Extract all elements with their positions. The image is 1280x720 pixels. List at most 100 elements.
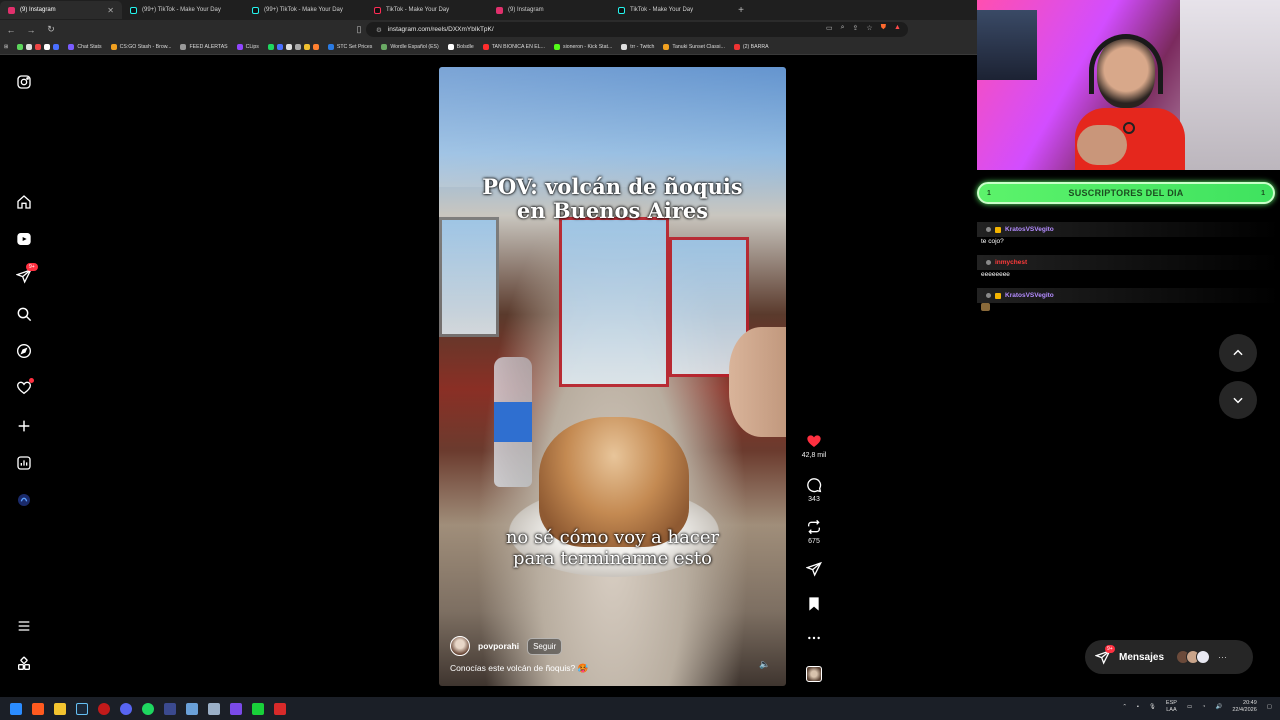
bookmark-barra[interactable]: (2) BARRA xyxy=(733,43,769,50)
app-taskbar-icon[interactable] xyxy=(186,702,198,715)
clock[interactable]: 20:49 22/4/2026 xyxy=(1232,700,1256,714)
tab-tiktok-1[interactable]: (99+) TikTok - Make Your Day xyxy=(122,1,244,19)
bookmark-tanuki[interactable]: Tanuki Sunset Classi... xyxy=(663,43,725,50)
brave-taskbar-icon[interactable] xyxy=(32,702,44,715)
close-tab-icon[interactable]: ✕ xyxy=(107,6,114,15)
reel-description[interactable]: Conocías este volcán de ñoquis? 🥵 xyxy=(450,663,588,674)
instagram-logo-icon[interactable] xyxy=(14,72,34,92)
site-info-icon[interactable]: ⚙ xyxy=(376,26,382,34)
tiktok-favicon-icon xyxy=(374,6,381,14)
app-taskbar-icon[interactable] xyxy=(274,702,286,715)
network-icon[interactable]: ▭ xyxy=(1187,704,1192,710)
volume-icon[interactable]: 🔊 xyxy=(1215,704,1222,710)
toolbar-extension-icons: ▭ ⌕ ⇪ ☆ ⛊ ▲ xyxy=(826,24,901,32)
bookmark-kick-stats[interactable]: sioneron - Kick Stat... xyxy=(553,43,612,50)
chat-username: KratosVSVegito xyxy=(1005,226,1054,233)
webcam-streamer xyxy=(1067,30,1187,170)
bookmark-twitch[interactable]: trr - Twitch xyxy=(621,43,654,50)
bookmark-icons-group[interactable] xyxy=(267,43,319,50)
mute-icon[interactable]: 🔈 xyxy=(759,659,770,670)
notifications-icon[interactable]: ▢ xyxy=(1267,704,1272,710)
previous-reel-button[interactable] xyxy=(1219,334,1257,372)
app-taskbar-icon[interactable] xyxy=(252,702,264,715)
next-reel-button[interactable] xyxy=(1219,381,1257,419)
discord-icon[interactable] xyxy=(120,702,132,715)
reels-icon[interactable] xyxy=(14,229,34,249)
bookmark-icon-set[interactable] xyxy=(17,43,60,50)
direct-messages-icon[interactable]: 9+ xyxy=(14,263,38,286)
bookmark-bolsdle[interactable]: Bolsdle xyxy=(447,43,474,50)
spotify-icon[interactable] xyxy=(142,702,154,715)
chat-user-row: KratosVSVegito xyxy=(977,288,1280,303)
steam-icon[interactable] xyxy=(76,702,88,715)
file-explorer-icon[interactable] xyxy=(54,702,66,715)
tab-instagram-2[interactable]: (9) Instagram xyxy=(488,1,610,19)
tab-instagram-active[interactable]: (9) Instagram ✕ xyxy=(0,1,122,19)
also-from-meta-icon[interactable] xyxy=(14,654,34,674)
bookmark-csgo-stash[interactable]: CS:GO Stash - Brow... xyxy=(110,43,171,50)
bookmark-feed-alertas[interactable]: FEED ALERTAS xyxy=(180,43,228,50)
tab-tiktok-3[interactable]: TikTok - Make Your Day xyxy=(366,1,488,19)
browser-toolbar: ← → ↻ ▯ ⚙ instagram.com/reels/DXXmYbIkTp… xyxy=(0,20,977,39)
start-windows-icon[interactable] xyxy=(10,702,22,715)
comment-icon[interactable] xyxy=(806,477,822,493)
apps-icon[interactable]: ⊞ xyxy=(4,44,8,50)
search-icon[interactable] xyxy=(14,304,34,324)
tab-tiktok-4[interactable]: TikTok - Make Your Day xyxy=(610,1,732,19)
more-menu-icon[interactable] xyxy=(14,616,34,636)
lang-top: ESP xyxy=(1165,700,1177,706)
tray-chevron-icon[interactable]: ⌃ xyxy=(1122,704,1127,710)
back-icon[interactable]: ← xyxy=(6,25,16,35)
tab-tiktok-2[interactable]: (99+) TikTok - Make Your Day xyxy=(244,1,366,19)
app-taskbar-icon[interactable] xyxy=(230,702,242,715)
tray-mic-icon[interactable]: 🎙 xyxy=(1149,704,1156,710)
bookmark-clips[interactable]: CLips xyxy=(236,43,259,50)
bookmark-page-icon[interactable]: ▯ xyxy=(354,24,364,35)
language-indicator[interactable]: ESP LAA xyxy=(1166,700,1177,714)
cast-icon[interactable]: ▭ xyxy=(826,24,833,32)
webcam-monitor xyxy=(977,10,1037,80)
tray-app-icon[interactable]: ▪ xyxy=(1137,704,1139,710)
bookmark-chat-stats[interactable]: Chat Stats xyxy=(68,43,102,50)
share-action xyxy=(800,561,828,577)
bookmark-label: (2) BARRA xyxy=(742,43,769,50)
obs-icon[interactable] xyxy=(98,702,110,715)
wifi-icon[interactable]: ◔ xyxy=(1202,704,1205,710)
brave-rewards-icon[interactable]: ▲ xyxy=(894,24,901,32)
follow-button[interactable]: Seguir xyxy=(527,637,563,655)
like-heart-icon[interactable] xyxy=(806,433,822,449)
share-send-icon[interactable] xyxy=(806,561,822,577)
new-tab-button[interactable]: + xyxy=(732,5,750,16)
reel-video[interactable]: POV: volcán de ñoquis en Buenos Aires no… xyxy=(439,67,786,686)
bookmark-stc-set-prices[interactable]: STC Set Prices xyxy=(327,43,372,50)
notifications-heart-icon[interactable] xyxy=(14,378,34,398)
instagram-favicon-icon xyxy=(496,6,503,14)
dashboard-icon[interactable] xyxy=(14,453,34,473)
app-taskbar-icon[interactable] xyxy=(208,702,220,715)
explore-icon[interactable] xyxy=(14,341,34,361)
bookmark-label: TAN BIONICA EN EL... xyxy=(491,43,545,50)
reload-icon[interactable]: ↻ xyxy=(46,24,56,35)
repost-icon[interactable] xyxy=(806,519,822,535)
create-plus-icon[interactable] xyxy=(14,416,34,436)
bookmarks-bar: ⊞ Chat Stats CS:GO Stash - Brow... FEED … xyxy=(0,39,977,55)
share-icon[interactable]: ⇪ xyxy=(853,24,859,32)
brave-shield-icon[interactable]: ⛊ xyxy=(881,24,886,32)
author-username[interactable]: povporahi xyxy=(478,641,519,651)
chat-user-row: KratosVSVegito xyxy=(977,222,1280,237)
author-avatar[interactable] xyxy=(450,636,470,656)
bookmark-tan-bionica[interactable]: TAN BIONICA EN EL... xyxy=(482,43,545,50)
bookmark-wordle[interactable]: Wordle Español (ES) xyxy=(381,43,439,50)
star-icon[interactable]: ☆ xyxy=(866,24,872,32)
bookmark-save-icon[interactable] xyxy=(806,596,822,612)
chat-username: KratosVSVegito xyxy=(1005,292,1054,299)
profile-avatar-icon[interactable] xyxy=(14,490,34,510)
forward-icon[interactable]: → xyxy=(26,25,36,35)
chat-badge-icon xyxy=(986,293,991,298)
zoom-icon[interactable]: ⌕ xyxy=(841,24,845,32)
messages-button[interactable]: 9+ Mensajes ··· xyxy=(1085,640,1253,674)
more-options-icon[interactable] xyxy=(806,630,822,646)
app-taskbar-icon[interactable] xyxy=(164,702,176,715)
audio-avatar[interactable] xyxy=(806,666,822,682)
home-icon[interactable] xyxy=(14,192,34,212)
